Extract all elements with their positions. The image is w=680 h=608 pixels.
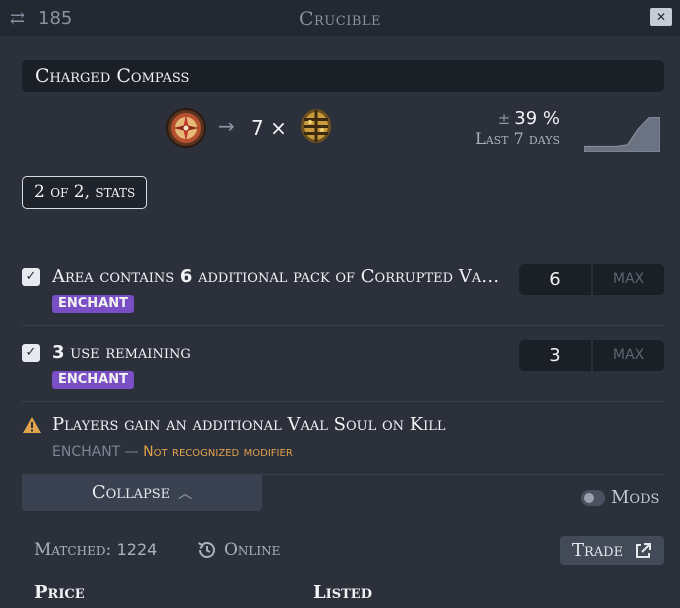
modifier-value-input[interactable]: 6	[519, 264, 591, 295]
modifier-number: 6	[179, 266, 193, 287]
modifier-max-input[interactable]: MAX	[592, 264, 664, 295]
unrecognized-modifier-text: Players gain an additional Vaal Soul on …	[52, 414, 446, 435]
toggle-knob	[584, 493, 594, 503]
modifier-text: Area contains 6 additional pack of Corru…	[52, 266, 508, 287]
note-separator: —	[120, 444, 144, 460]
price-sparkline	[584, 117, 660, 152]
price-column-header: Price	[34, 582, 85, 603]
change-prefix: ±	[497, 110, 511, 128]
modifier-text-before: Area contains	[52, 266, 180, 287]
title-bar: ⇄ 185 Crucible ✕	[0, 0, 680, 36]
exchange-arrow-icon: →	[218, 114, 235, 138]
checkbox-checked-icon[interactable]: ✓	[22, 268, 40, 286]
exchange-amount: 7 ×	[251, 116, 287, 140]
window-title: Crucible	[298, 8, 382, 30]
not-recognized-label: Not recognized modifier	[143, 444, 293, 460]
divider	[22, 325, 664, 326]
mods-label[interactable]: Mods	[611, 487, 659, 508]
trade-label: Trade	[572, 540, 624, 561]
chevron-up-icon: ︿	[178, 486, 193, 502]
checkbox-checked-icon[interactable]: ✓	[22, 344, 40, 362]
change-period: Last 7 days	[475, 129, 560, 148]
sparkline-area	[584, 117, 660, 152]
modifier-number: 3	[52, 342, 65, 363]
modifier-value-input[interactable]: 3	[519, 340, 591, 371]
listed-column-header: Listed	[313, 582, 372, 603]
warning-icon	[23, 417, 41, 433]
modifier-max-input[interactable]: MAX	[592, 340, 664, 371]
stats-filter-pill[interactable]: 2 of 2, stats	[22, 176, 148, 209]
modifier-text-after: additional pack of Corrupted Vaal Monste…	[198, 266, 508, 287]
change-value: 39 %	[514, 108, 560, 129]
collapse-label: Collapse	[91, 482, 171, 503]
matched-count: Matched: 1224	[34, 540, 157, 560]
mods-toggle[interactable]	[581, 490, 605, 506]
divider	[22, 401, 664, 402]
enchant-tag: ENCHANT	[52, 295, 134, 313]
unrecognized-modifier-note: ENCHANT — Not recognized modifier	[52, 444, 293, 460]
enchant-tag: ENCHANT	[52, 371, 134, 389]
trade-button[interactable]: Trade	[560, 536, 664, 565]
collapse-button[interactable]: Collapse ︿	[22, 475, 262, 511]
online-filter-label[interactable]: Online	[224, 540, 280, 560]
close-icon[interactable]: ✕	[650, 8, 672, 26]
external-link-icon	[636, 543, 651, 558]
modifier-text: 3 use remaining	[52, 342, 508, 363]
item-name: Charged Compass	[22, 60, 664, 92]
modifier-text-after: use remaining	[64, 342, 191, 363]
modifier-type: ENCHANT	[52, 444, 121, 460]
matched-label: Matched:	[34, 540, 112, 560]
matched-number: 1224	[116, 540, 158, 559]
charged-compass-icon	[166, 108, 206, 148]
history-icon[interactable]	[196, 539, 218, 561]
vaal-orb-icon	[301, 109, 331, 143]
price-change: ±39 % Last 7 days	[475, 108, 560, 148]
